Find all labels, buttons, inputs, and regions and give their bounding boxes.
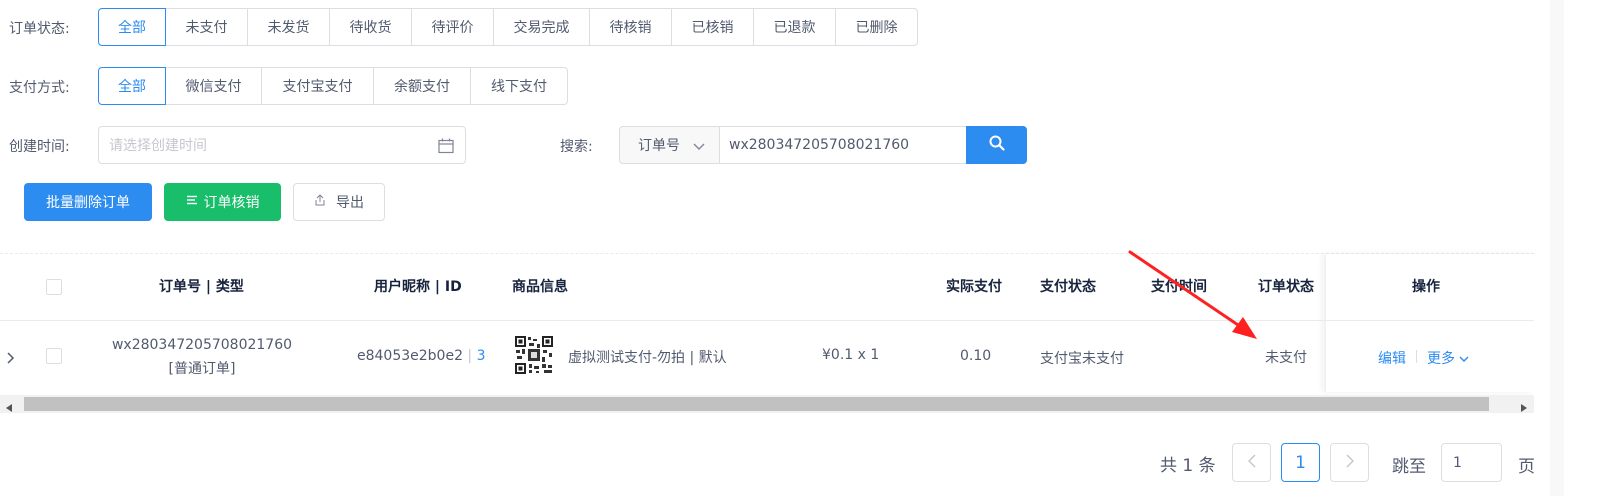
- col-goods: 商品信息: [512, 279, 568, 295]
- order-status-verified[interactable]: 已核销: [671, 8, 754, 46]
- list-icon: [186, 194, 198, 210]
- annotation-arrow-icon: [1128, 250, 1257, 339]
- order-status-label: 订单状态:: [9, 21, 70, 37]
- chevron-down-icon: [1459, 351, 1469, 367]
- jump-label: 跳至: [1392, 457, 1426, 477]
- order-status: 未支付: [1265, 350, 1307, 366]
- product-qr-image: [514, 335, 554, 375]
- jump-page-value: 1: [1453, 454, 1462, 471]
- search-input-value: wx280347205708021760: [729, 137, 910, 153]
- next-page-button[interactable]: [1330, 443, 1369, 482]
- order-status-unpaid[interactable]: 未支付: [165, 8, 248, 46]
- scrollbar-thumb[interactable]: [24, 397, 1489, 411]
- pagination-total: 共 1 条: [1160, 456, 1216, 476]
- export-icon: [314, 194, 326, 210]
- more-dropdown[interactable]: 更多: [1427, 348, 1469, 368]
- expand-row-icon[interactable]: [6, 351, 16, 369]
- payment-alipay[interactable]: 支付宝支付: [261, 67, 374, 105]
- search-button[interactable]: [966, 126, 1027, 164]
- payment-all[interactable]: 全部: [98, 67, 166, 105]
- paid-amount: 0.10: [960, 348, 992, 364]
- chevron-right-icon: [1345, 453, 1354, 472]
- export-label: 导出: [336, 195, 364, 211]
- chevron-left-icon: [1247, 453, 1256, 472]
- calendar-icon: [438, 138, 454, 158]
- goods-price-qty: ¥0.1 x 1: [822, 347, 880, 363]
- col-ops: 操作: [1412, 279, 1440, 295]
- page-1-button[interactable]: 1: [1281, 443, 1320, 482]
- order-status-all[interactable]: 全部: [98, 8, 166, 46]
- row-checkbox[interactable]: [46, 348, 62, 364]
- user-cell: e84053e2b0e2 | 3: [357, 348, 486, 364]
- scroll-left-icon[interactable]: [6, 400, 12, 416]
- more-label: 更多: [1427, 351, 1455, 367]
- jump-page-input[interactable]: 1: [1441, 443, 1502, 482]
- edit-link[interactable]: 编辑: [1378, 348, 1406, 368]
- payment-method-label: 支付方式:: [9, 80, 70, 96]
- ops-divider: [1416, 350, 1417, 363]
- page-unit-label: 页: [1518, 457, 1535, 477]
- header-row-divider: [0, 320, 1534, 321]
- user-id-link[interactable]: 3: [477, 348, 486, 364]
- verify-order-button[interactable]: 订单核销: [164, 183, 281, 221]
- order-status-deleted[interactable]: 已删除: [835, 8, 918, 46]
- created-time-picker[interactable]: 请选择创建时间: [98, 126, 466, 164]
- order-status-refunded[interactable]: 已退款: [753, 8, 836, 46]
- prev-page-button[interactable]: [1232, 443, 1271, 482]
- pay-status: 支付宝未支付: [1040, 351, 1124, 367]
- order-no: wx280347205708021760: [111, 337, 293, 353]
- created-time-placeholder: 请选择创建时间: [109, 138, 207, 154]
- scroll-right-icon[interactable]: [1521, 400, 1527, 416]
- col-paid: 实际支付: [946, 279, 1002, 295]
- search-label: 搜索:: [560, 139, 593, 155]
- col-user: 用户昵称 | ID: [374, 279, 462, 295]
- fixed-ops-column: [1325, 254, 1535, 392]
- vertical-scrollbar[interactable]: [1550, 0, 1564, 496]
- search-field-select[interactable]: 订单号: [619, 126, 720, 164]
- search-icon: [989, 135, 1005, 155]
- col-order-no: 订单号 | 类型: [159, 279, 244, 295]
- payment-wechat[interactable]: 微信支付: [165, 67, 262, 105]
- col-pay-status: 支付状态: [1040, 279, 1096, 295]
- export-button[interactable]: 导出: [293, 183, 385, 221]
- batch-delete-button[interactable]: 批量删除订单: [24, 183, 152, 221]
- order-status-group: 全部 未支付 未发货 待收货 待评价 交易完成 待核销 已核销 已退款 已删除: [98, 8, 918, 46]
- created-time-label: 创建时间:: [9, 139, 70, 155]
- search-input[interactable]: wx280347205708021760: [719, 126, 967, 164]
- order-status-completed[interactable]: 交易完成: [493, 8, 590, 46]
- payment-balance[interactable]: 余额支付: [373, 67, 471, 105]
- user-nickname: e84053e2b0e2: [357, 348, 463, 364]
- order-status-to-review[interactable]: 待评价: [411, 8, 494, 46]
- horizontal-scrollbar[interactable]: [0, 395, 1534, 413]
- user-separator: |: [462, 348, 477, 364]
- select-all-checkbox[interactable]: [46, 279, 62, 295]
- order-status-to-verify[interactable]: 待核销: [589, 8, 672, 46]
- search-field-value: 订单号: [638, 138, 680, 154]
- chevron-down-icon: [693, 140, 705, 156]
- payment-offline[interactable]: 线下支付: [470, 67, 568, 105]
- order-status-to-receive[interactable]: 待收货: [329, 8, 412, 46]
- payment-method-group: 全部 微信支付 支付宝支付 余额支付 线下支付: [98, 67, 568, 105]
- order-status-unshipped[interactable]: 未发货: [247, 8, 330, 46]
- verify-order-label: 订单核销: [203, 195, 260, 211]
- goods-name: 虚拟测试支付-勿拍 | 默认: [568, 350, 727, 366]
- order-type: [普通订单]: [168, 361, 236, 377]
